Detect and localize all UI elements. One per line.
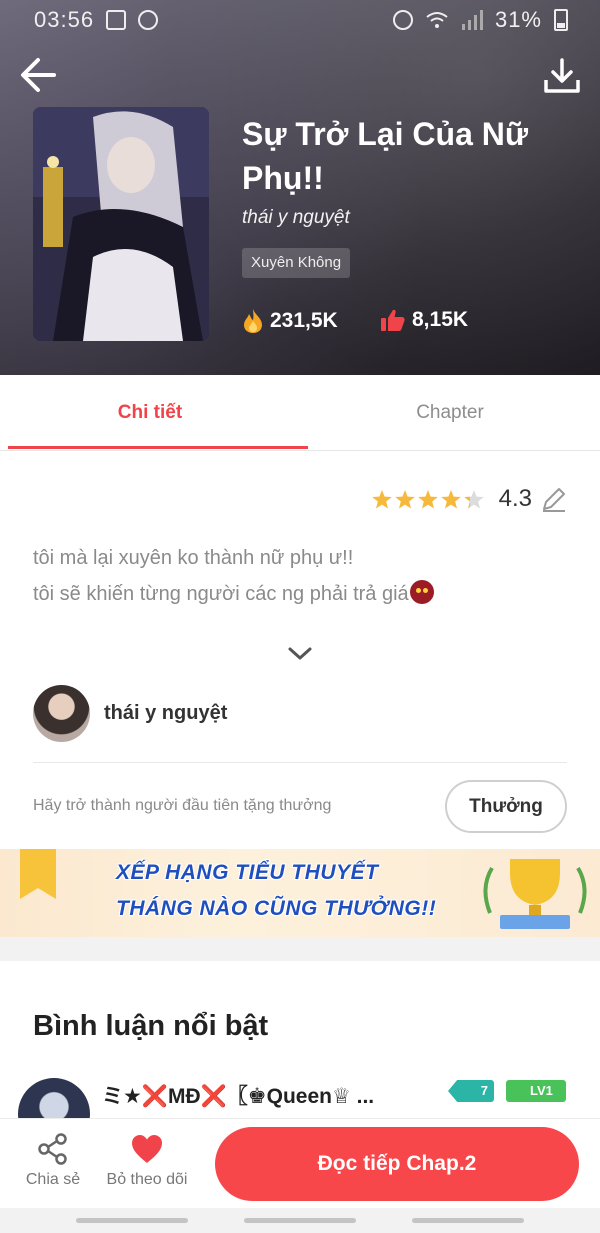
author-name[interactable]: thái y nguyệt: [104, 702, 227, 725]
nav-pill-right[interactable]: [412, 1218, 524, 1223]
gallery-icon: [106, 10, 127, 30]
cover-illustration: [33, 107, 209, 341]
star-icon[interactable]: [371, 489, 393, 510]
share-icon: [38, 1133, 67, 1165]
level-badge: LV1: [506, 1080, 566, 1102]
banner-line-2: THÁNG NÀO CŨNG THƯỞNG!!: [116, 897, 437, 920]
description-line-1: tôi mà lại xuyên ko thành nữ phụ ư!!: [33, 547, 354, 569]
star-icon[interactable]: [440, 489, 462, 510]
thumbs-up-icon: [381, 309, 405, 331]
commenter-avatar[interactable]: [18, 1078, 90, 1118]
unfollow-label: Bỏ theo dõi: [106, 1171, 188, 1188]
book-header: 03:56 31% Sự Trở Lại Của Nữ Phụ!! thái y…: [0, 0, 600, 375]
trophy-icon: [483, 859, 587, 929]
continue-reading-button[interactable]: Đọc tiếp Chap.2: [215, 1127, 579, 1201]
status-time: 03:56: [34, 7, 95, 32]
battery-icon: [554, 9, 568, 31]
heart-icon: [132, 1135, 162, 1163]
download-icon[interactable]: [542, 56, 582, 96]
banner-line-1: XẾP HẠNG TIỂU THUYẾT: [116, 861, 379, 884]
rank-badge: 7: [448, 1080, 494, 1102]
wifi-icon: [426, 12, 448, 28]
ranking-banner[interactable]: XẾP HẠNG TIỂU THUYẾT THÁNG NÀO CŨNG THƯỞ…: [0, 849, 600, 937]
reward-prompt: Hãy trở thành người đầu tiên tặng thưởng: [33, 797, 332, 814]
status-bar: 03:56 31%: [0, 0, 600, 40]
likes-stat: 8,15K: [380, 308, 468, 332]
rating-row: 4.3: [371, 485, 568, 513]
tab-chapter[interactable]: Chapter: [300, 375, 600, 451]
compass-icon: [138, 10, 159, 30]
author-avatar[interactable]: [33, 685, 90, 742]
author-row[interactable]: thái y nguyệt: [33, 685, 227, 742]
rating-value: 4.3: [498, 485, 532, 512]
book-cover[interactable]: [33, 107, 209, 341]
system-nav-bar: [0, 1208, 600, 1233]
likes-count: 8,15K: [412, 308, 469, 331]
genre-tag[interactable]: Xuyên Không: [242, 248, 351, 278]
book-author[interactable]: thái y nguyệt: [242, 207, 350, 229]
views-count: 231,5K: [270, 309, 338, 332]
alarm-icon: [392, 10, 413, 30]
tab-detail[interactable]: Chi tiết: [0, 375, 300, 451]
comment-item[interactable]: ミ★❌MĐ❌〖♚Queen♕ ... 7 LV1: [18, 1076, 582, 1118]
star-icon[interactable]: [394, 489, 416, 510]
rating-stars[interactable]: [371, 489, 485, 510]
description-line-2: tôi sẽ khiến từng người các ng phải trả …: [33, 576, 573, 612]
devil-emoji-icon: [409, 580, 434, 604]
tab-bar: Chi tiết Chapter: [0, 375, 600, 451]
edit-pencil-icon[interactable]: [540, 485, 568, 513]
reward-button[interactable]: Thưởng: [445, 780, 567, 833]
star-icon[interactable]: [417, 489, 439, 510]
share-label: Chia sẻ: [25, 1171, 81, 1188]
share-button[interactable]: Chia sẻ: [8, 1133, 98, 1189]
views-stat: 231,5K: [242, 308, 338, 334]
book-title: Sự Trở Lại Của Nữ Phụ!!: [242, 116, 529, 196]
book-description: tôi mà lại xuyên ko thành nữ phụ ư!! tôi…: [33, 540, 573, 612]
battery-percent: 31%: [494, 7, 542, 32]
description-line-2-text: tôi sẽ khiến từng người các ng phải trả …: [33, 583, 409, 605]
nav-pill-left[interactable]: [76, 1218, 188, 1223]
signal-icon: [461, 10, 483, 30]
bottom-action-bar: Chia sẻ Bỏ theo dõi Đọc tiếp Chap.2: [0, 1118, 600, 1208]
back-arrow-icon[interactable]: [18, 54, 60, 96]
bookmark-ribbon-icon: [20, 849, 56, 899]
nav-pill-center[interactable]: [244, 1218, 356, 1223]
unfollow-button[interactable]: Bỏ theo dõi: [102, 1133, 192, 1189]
commenter-name[interactable]: ミ★❌MĐ❌〖♚Queen♕ ...: [102, 1080, 374, 1110]
section-gap: [0, 937, 600, 961]
tab-indicator: [8, 446, 308, 449]
fire-icon: [244, 309, 262, 333]
expand-chevron-down-icon[interactable]: [286, 644, 314, 664]
featured-comments-title: Bình luận nổi bật: [33, 1010, 269, 1042]
star-icon[interactable]: [463, 489, 485, 510]
divider: [33, 762, 567, 763]
